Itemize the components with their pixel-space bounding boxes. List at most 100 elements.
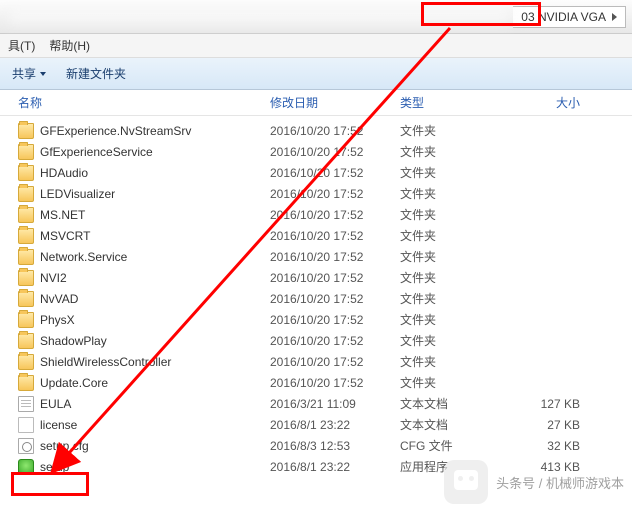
file-type: 文件夹: [400, 269, 500, 286]
folder-icon: [18, 354, 34, 370]
column-size[interactable]: 大小: [500, 94, 600, 111]
menu-help[interactable]: 帮助(H): [49, 37, 90, 54]
file-date: 2016/10/20 17:52: [270, 376, 400, 390]
file-date: 2016/10/20 17:52: [270, 229, 400, 243]
file-name: HDAudio: [40, 166, 88, 180]
file-date: 2016/10/20 17:52: [270, 145, 400, 159]
column-type[interactable]: 类型: [400, 94, 500, 111]
file-date: 2016/10/20 17:52: [270, 187, 400, 201]
file-date: 2016/10/20 17:52: [270, 124, 400, 138]
file-type: 文件夹: [400, 227, 500, 244]
file-date: 2016/10/20 17:52: [270, 355, 400, 369]
watermark-text: 头条号 / 机械师游戏本: [496, 473, 624, 492]
toolbar-new-folder[interactable]: 新建文件夹: [66, 65, 126, 82]
folder-icon: [18, 270, 34, 286]
file-type: 文本文档: [400, 416, 500, 433]
menu-bar: 具(T) 帮助(H): [0, 34, 632, 58]
toolbar: 共享 新建文件夹: [0, 58, 632, 90]
file-list: GFExperience.NvStreamSrv2016/10/20 17:52…: [0, 116, 632, 477]
file-date: 2016/10/20 17:52: [270, 208, 400, 222]
toolbar-share-label: 共享: [12, 65, 36, 82]
file-name: GfExperienceService: [40, 145, 153, 159]
file-date: 2016/10/20 17:52: [270, 166, 400, 180]
folder-icon: [18, 291, 34, 307]
file-name: license: [40, 418, 77, 432]
watermark: 头条号 / 机械师游戏本: [444, 460, 624, 504]
file-row[interactable]: license2016/8/1 23:22文本文档27 KB: [0, 414, 632, 435]
breadcrumb-current[interactable]: 03 NVIDIA VGA: [513, 6, 626, 28]
file-date: 2016/10/20 17:52: [270, 271, 400, 285]
file-date: 2016/8/1 23:22: [270, 460, 400, 474]
file-date: 2016/8/1 23:22: [270, 418, 400, 432]
file-name: MSVCRT: [40, 229, 90, 243]
chevron-down-icon: [40, 72, 46, 76]
file-type: 文件夹: [400, 374, 500, 391]
file-type: 文件夹: [400, 206, 500, 223]
file-row[interactable]: HDAudio 2016/10/20 17:52文件夹: [0, 162, 632, 183]
folder-icon: [18, 375, 34, 391]
file-row[interactable]: MS.NET 2016/10/20 17:52文件夹: [0, 204, 632, 225]
file-row[interactable]: ShieldWirelessController 2016/10/20 17:52…: [0, 351, 632, 372]
file-date: 2016/8/3 12:53: [270, 439, 400, 453]
file-row[interactable]: Update.Core 2016/10/20 17:52文件夹: [0, 372, 632, 393]
folder-icon: [18, 228, 34, 244]
toolbar-new-folder-label: 新建文件夹: [66, 65, 126, 82]
file-type: 文件夹: [400, 353, 500, 370]
column-date[interactable]: 修改日期: [270, 94, 400, 111]
setup-icon: [18, 459, 34, 475]
toolbar-share[interactable]: 共享: [12, 65, 46, 82]
file-size: 127 KB: [500, 397, 600, 411]
file-type: CFG 文件: [400, 437, 500, 454]
file-date: 2016/10/20 17:52: [270, 334, 400, 348]
watermark-icon: [444, 460, 488, 504]
file-date: 2016/10/20 17:52: [270, 292, 400, 306]
file-row[interactable]: LEDVisualizer 2016/10/20 17:52文件夹: [0, 183, 632, 204]
file-list-area: 名称 修改日期 类型 大小 GFExperience.NvStreamSrv20…: [0, 90, 632, 512]
file-size: 32 KB: [500, 439, 600, 453]
file-type: 文件夹: [400, 332, 500, 349]
file-row[interactable]: GfExperienceService 2016/10/20 17:52文件夹: [0, 141, 632, 162]
file-type: 文件夹: [400, 248, 500, 265]
file-name: MS.NET: [40, 208, 85, 222]
cfg-icon: [18, 438, 34, 454]
folder-icon: [18, 165, 34, 181]
file-type: 文件夹: [400, 143, 500, 160]
file-row[interactable]: Network.Service2016/10/20 17:52文件夹: [0, 246, 632, 267]
menu-tools[interactable]: 具(T): [8, 37, 35, 54]
file-row[interactable]: setup.cfg 2016/8/3 12:53CFG 文件32 KB: [0, 435, 632, 456]
file-type: 文件夹: [400, 185, 500, 202]
file-date: 2016/10/20 17:52: [270, 313, 400, 327]
file-name: ShieldWirelessController: [40, 355, 171, 369]
file-name: setup.cfg: [40, 439, 89, 453]
file-type: 文件夹: [400, 122, 500, 139]
folder-icon: [18, 144, 34, 160]
file-name: Update.Core: [40, 376, 108, 390]
file-row[interactable]: ShadowPlay 2016/10/20 17:52文件夹: [0, 330, 632, 351]
file-type: 文件夹: [400, 290, 500, 307]
folder-icon: [18, 123, 34, 139]
address-bar: 03 NVIDIA VGA: [0, 0, 632, 34]
file-name: PhysX: [40, 313, 75, 327]
file-type: 文件夹: [400, 164, 500, 181]
folder-icon: [18, 207, 34, 223]
file-row[interactable]: NvVAD2016/10/20 17:52文件夹: [0, 288, 632, 309]
file-row[interactable]: PhysX 2016/10/20 17:52文件夹: [0, 309, 632, 330]
file-row[interactable]: NVI2 2016/10/20 17:52文件夹: [0, 267, 632, 288]
folder-icon: [18, 186, 34, 202]
file-name: setup: [40, 460, 69, 474]
file-name: ShadowPlay: [40, 334, 107, 348]
breadcrumb-path-blurred[interactable]: [6, 6, 513, 28]
file-row[interactable]: EULA2016/3/21 11:09文本文档127 KB: [0, 393, 632, 414]
column-headers: 名称 修改日期 类型 大小: [0, 90, 632, 116]
file-row[interactable]: MSVCRT 2016/10/20 17:52文件夹: [0, 225, 632, 246]
file-type: 文件夹: [400, 311, 500, 328]
folder-icon: [18, 249, 34, 265]
file-type: 文本文档: [400, 395, 500, 412]
folder-icon: [18, 333, 34, 349]
blank-icon: [18, 417, 34, 433]
file-row[interactable]: GFExperience.NvStreamSrv2016/10/20 17:52…: [0, 120, 632, 141]
column-name[interactable]: 名称: [0, 94, 270, 111]
folder-icon: [18, 312, 34, 328]
file-name: NVI2: [40, 271, 67, 285]
file-name: LEDVisualizer: [40, 187, 115, 201]
